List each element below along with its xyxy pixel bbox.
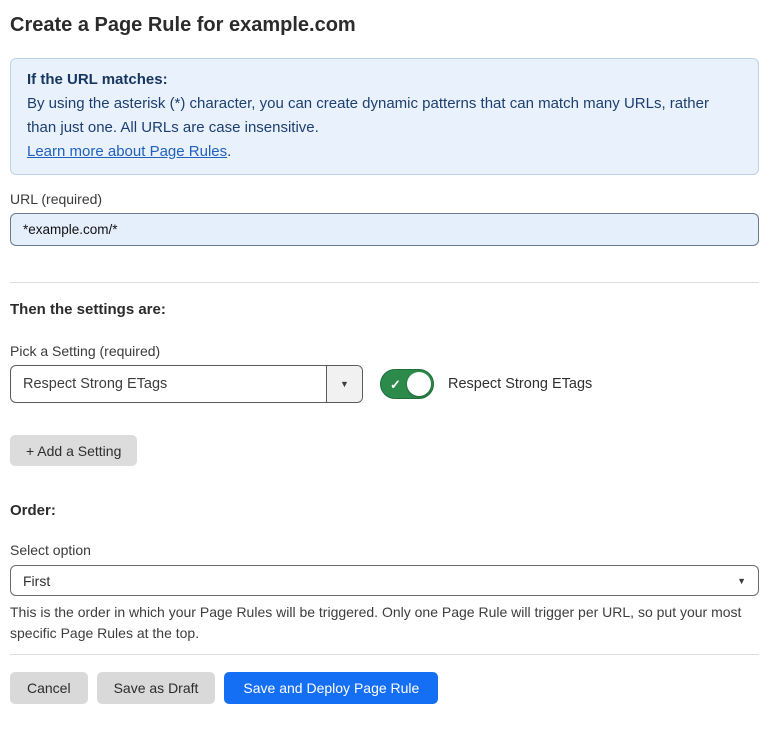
setting-select-value: Respect Strong ETags (11, 366, 326, 402)
info-box-body: By using the asterisk (*) character, you… (27, 92, 742, 140)
save-draft-button[interactable]: Save as Draft (97, 672, 216, 704)
settings-row: Respect Strong ETags ▼ ✓ Respect Strong … (10, 365, 759, 403)
setting-toggle[interactable]: ✓ (380, 369, 434, 399)
pick-setting-label: Pick a Setting (required) (10, 343, 759, 359)
settings-section-heading: Then the settings are: (10, 301, 759, 319)
info-box-link-line: Learn more about Page Rules. (27, 140, 742, 164)
footer-divider (10, 654, 759, 655)
cancel-button[interactable]: Cancel (10, 672, 88, 704)
order-select-value: First (23, 573, 50, 589)
chevron-down-icon[interactable]: ▼ (326, 366, 362, 402)
chevron-down-icon: ▼ (737, 576, 746, 586)
page-rule-form: Create a Page Rule for example.com If th… (0, 12, 769, 704)
url-input[interactable] (10, 213, 759, 246)
link-period: . (227, 143, 231, 160)
order-help-text: This is the order in which your Page Rul… (10, 602, 755, 644)
section-divider (10, 282, 759, 283)
toggle-label: Respect Strong ETags (448, 376, 592, 392)
order-select-label: Select option (10, 542, 759, 558)
setting-select[interactable]: Respect Strong ETags ▼ (10, 365, 363, 403)
actions-row: Cancel Save as Draft Save and Deploy Pag… (10, 672, 759, 704)
check-icon: ✓ (390, 378, 401, 391)
page-title: Create a Page Rule for example.com (10, 12, 759, 38)
add-setting-button[interactable]: + Add a Setting (10, 435, 137, 466)
url-match-info-box: If the URL matches: By using the asteris… (10, 58, 759, 175)
learn-more-link[interactable]: Learn more about Page Rules (27, 143, 227, 160)
url-field-label: URL (required) (10, 191, 759, 207)
save-deploy-button[interactable]: Save and Deploy Page Rule (224, 672, 438, 704)
info-box-heading: If the URL matches: (27, 68, 742, 92)
toggle-knob (407, 372, 431, 396)
order-select[interactable]: First ▼ (10, 565, 759, 596)
order-section-heading: Order: (10, 502, 759, 520)
